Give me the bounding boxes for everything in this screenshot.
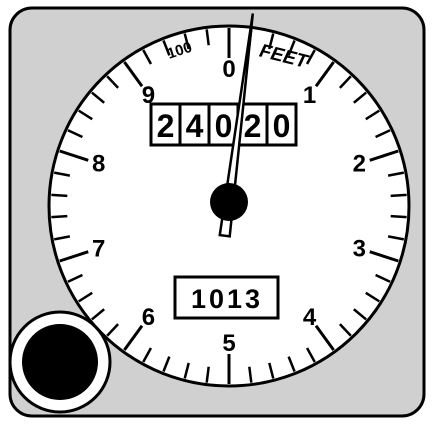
dial-number-7: 7 <box>92 235 105 262</box>
dial-number-6: 6 <box>142 304 155 331</box>
dial-number-8: 8 <box>92 151 105 178</box>
dial-number-2: 2 <box>353 151 366 178</box>
pointer-hub <box>210 183 248 221</box>
pressure-setting-window: 1013 <box>173 275 280 320</box>
counter-digit: 4 <box>186 108 204 144</box>
dial-number-5: 5 <box>222 330 235 357</box>
altimeter-instrument: 0123456789 100 FEET 24020 1013 <box>0 0 433 421</box>
pressure-setting-value: 1013 <box>191 284 263 314</box>
counter-digit: 0 <box>215 108 233 144</box>
counter-digit: 0 <box>273 108 291 144</box>
dial-number-1: 1 <box>303 82 316 109</box>
setting-knob-icon[interactable] <box>8 310 112 414</box>
counter-digit: 2 <box>244 108 262 144</box>
minor-tick <box>390 214 407 219</box>
minor-tick <box>51 193 68 198</box>
minor-tick <box>390 193 407 198</box>
dial-number-4: 4 <box>303 304 317 331</box>
minor-tick <box>51 214 68 219</box>
dial-number-0: 0 <box>222 56 235 83</box>
altimeter-svg: 0123456789 100 FEET 24020 1013 <box>8 6 426 418</box>
dial-number-3: 3 <box>353 235 366 262</box>
altitude-counter: 24020 <box>149 102 298 147</box>
counter-digit: 2 <box>157 108 175 144</box>
